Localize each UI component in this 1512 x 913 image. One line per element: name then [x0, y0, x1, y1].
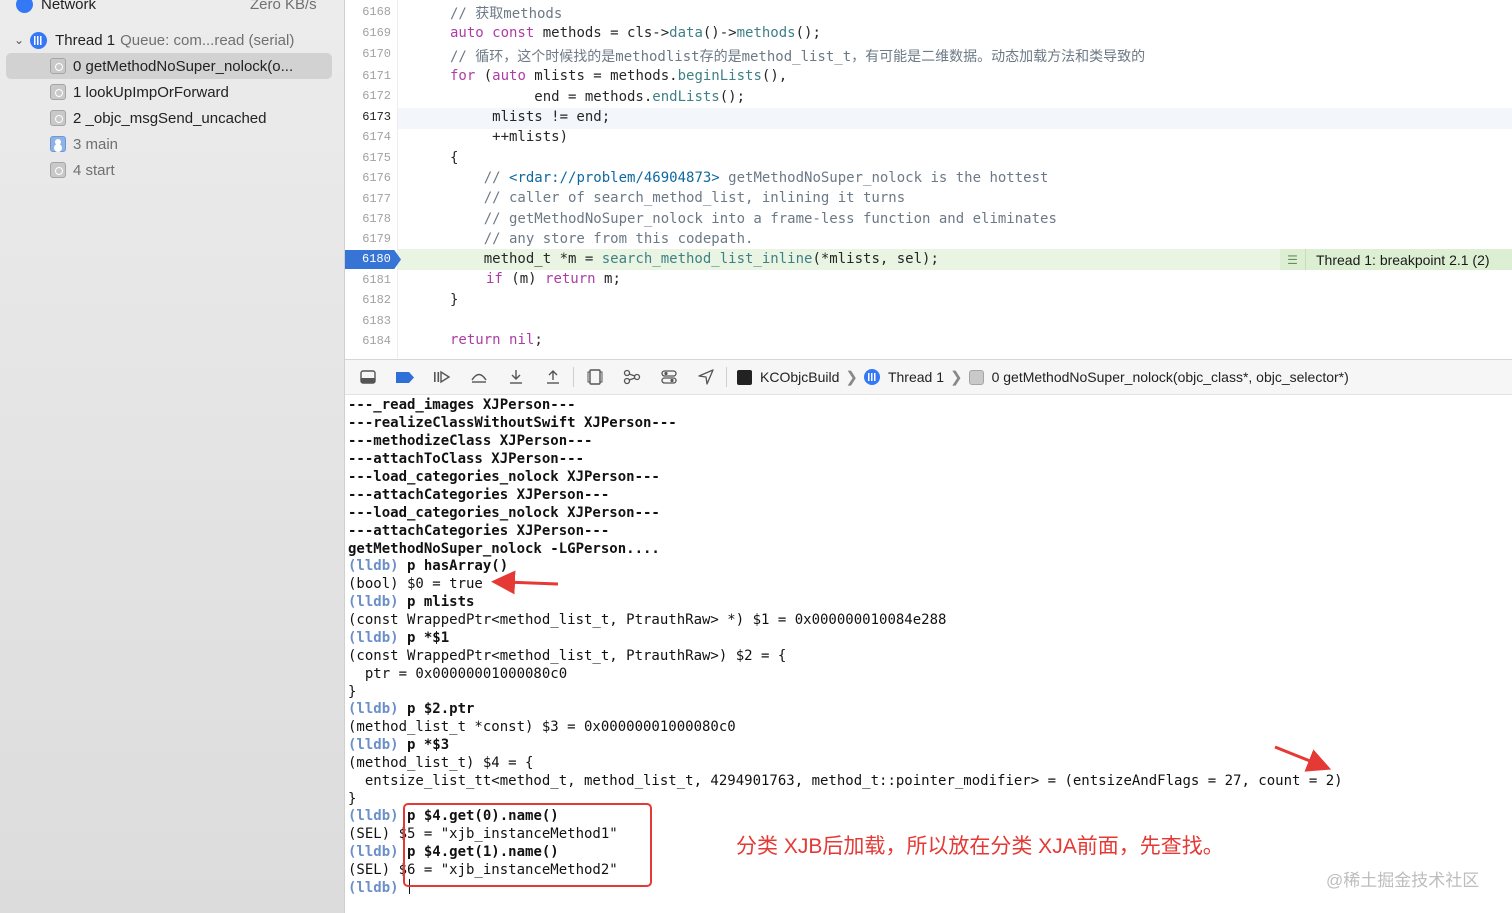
annotation-highlight-box: [403, 803, 652, 887]
watermark: @稀土掘金技术社区: [1326, 871, 1480, 890]
annotation-arrow-left: [491, 570, 559, 595]
annotation-note: 分类 XJB后加载，所以放在分类 XJA前面，先查找。: [736, 835, 1224, 858]
annotation-arrows: [491, 570, 1332, 772]
annotation-arrow-down: [1274, 745, 1332, 772]
